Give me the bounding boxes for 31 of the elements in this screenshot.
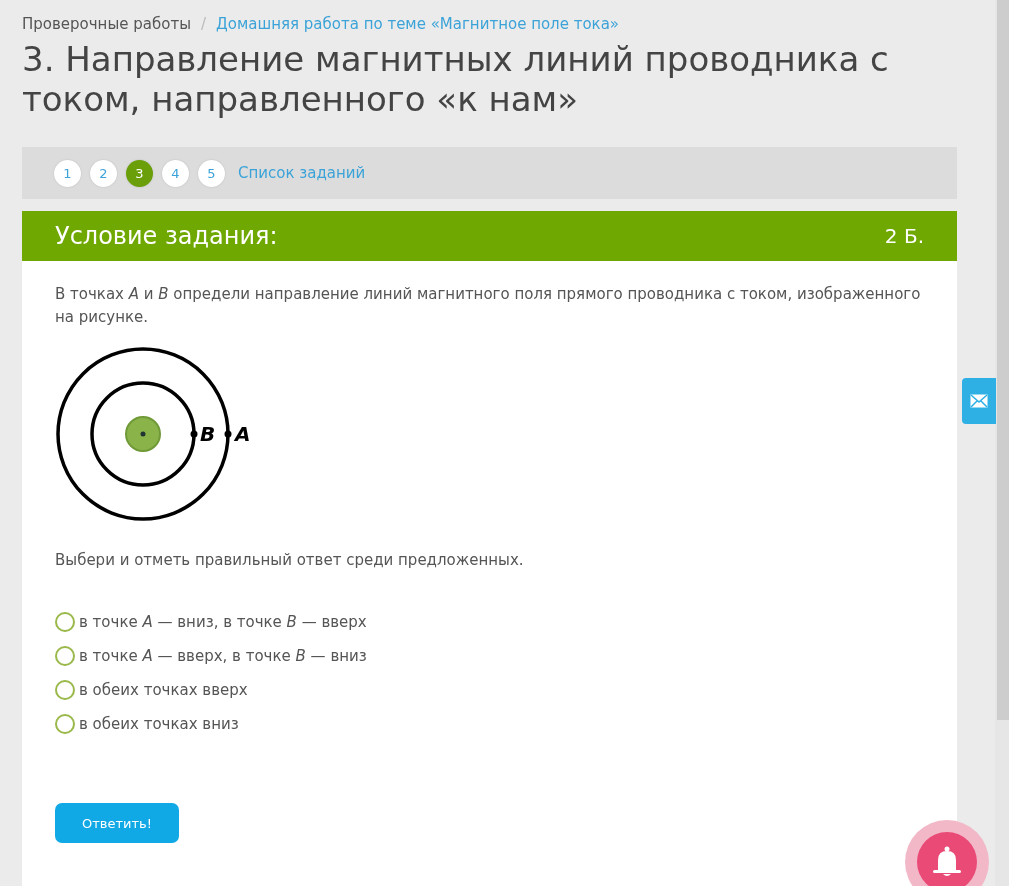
breadcrumb-separator: /	[201, 15, 207, 33]
answer-option-label[interactable]: в обеих точках вниз	[79, 715, 239, 733]
task-number-button[interactable]: 2	[90, 159, 117, 187]
radio-button[interactable]	[55, 714, 75, 734]
instruction-text: Выбери и отметь правильный ответ среди предложенных.	[55, 550, 525, 571]
point-label: A	[235, 422, 251, 446]
bell-icon	[932, 846, 962, 878]
envelope-icon	[970, 394, 988, 408]
submit-button[interactable]: Ответить!	[55, 803, 179, 843]
breadcrumb-link[interactable]: Домашняя работа по теме «Магнитное поле тока»	[216, 15, 620, 33]
radio-button[interactable]	[55, 646, 75, 666]
task-number-button[interactable]: 5	[198, 159, 225, 187]
task-points: 2 Б.	[884, 224, 924, 248]
task-number-button[interactable]: 1	[54, 159, 81, 187]
notification-button[interactable]	[905, 820, 989, 886]
point-label: B	[200, 422, 216, 446]
answer-option-label[interactable]: в обеих точках вверх	[79, 681, 248, 699]
answer-option-label[interactable]: в точке A — вниз, в точке B — вверх	[79, 613, 367, 631]
scrollbar[interactable]	[995, 0, 1009, 886]
radio-button[interactable]	[55, 612, 75, 632]
task-header-title: Условие задания:	[55, 222, 278, 250]
question-text: В точках A и B определи направление линий магнитного поля прямого проводника с током, изображенного на рисунке.	[55, 284, 922, 328]
feedback-button[interactable]	[962, 378, 996, 424]
breadcrumb-link[interactable]: Проверочные работы	[22, 15, 191, 33]
task-list-link[interactable]: Список заданий	[238, 164, 366, 182]
radio-button[interactable]	[55, 680, 75, 700]
task-number-button[interactable]: 3	[126, 159, 153, 187]
task-number-button[interactable]: 4	[162, 159, 189, 187]
answer-option-label[interactable]: в точке A — вверх, в точке B — вниз	[79, 647, 367, 665]
scrollbar-thumb[interactable]	[997, 0, 1009, 720]
page-title: 3. Направление магнитных линий проводника с током, направленного «к нам»	[22, 39, 890, 119]
